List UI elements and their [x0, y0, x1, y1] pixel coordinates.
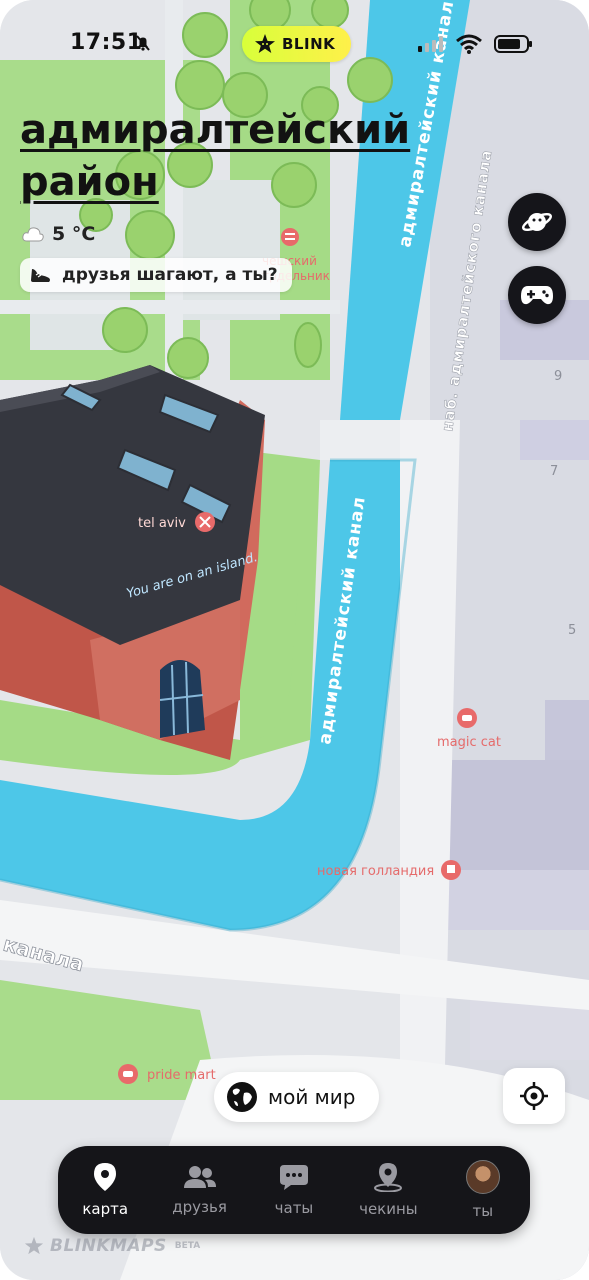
chat-icon — [279, 1165, 308, 1190]
house-number-7: 7 — [550, 464, 558, 479]
nav-item-checkins[interactable]: чекины — [343, 1162, 433, 1218]
friends-prompt-pill[interactable]: друзья шагают, а ты? — [20, 258, 292, 292]
poi-tel-aviv-label: tel aviv — [138, 516, 186, 531]
weather: 5 °C — [22, 223, 95, 245]
signal-icon — [418, 36, 443, 52]
nav-item-friends-label: друзья — [172, 1198, 227, 1216]
house-number-9: 9 — [554, 369, 562, 384]
friends-icon — [183, 1166, 216, 1188]
locate-me-button[interactable] — [503, 1068, 565, 1124]
map-pin-icon — [94, 1163, 117, 1191]
blink-badge[interactable]: BLINK — [242, 26, 352, 62]
games-button[interactable] — [508, 266, 566, 324]
nav-item-friends[interactable]: друзья — [155, 1164, 245, 1216]
nav-item-profile-label: ты — [472, 1202, 494, 1220]
planet-button[interactable] — [508, 193, 566, 251]
blink-badge-label: BLINK — [282, 35, 336, 53]
status-time: 17:51 — [70, 30, 143, 55]
district-title[interactable]: адмиралтейский район — [20, 104, 440, 208]
bottom-nav: карта друзья чаты чекины ты — [58, 1146, 530, 1234]
star-logo-icon — [24, 1236, 44, 1255]
battery-icon — [494, 35, 532, 53]
weather-temp: 5 °C — [52, 223, 96, 245]
house-number-5: 5 — [568, 623, 576, 638]
planet-icon — [521, 212, 553, 232]
cloud-icon — [22, 227, 44, 242]
my-world-button[interactable]: мой мир — [214, 1072, 380, 1122]
nav-item-chats-label: чаты — [274, 1199, 314, 1217]
globe-icon — [227, 1082, 257, 1112]
wifi-icon — [456, 34, 482, 54]
nav-item-chats[interactable]: чаты — [249, 1163, 339, 1217]
poi-pride-mart-label: pride mart — [147, 1068, 216, 1083]
status-bar: 17:51 BLINK — [0, 26, 589, 66]
friends-prompt-text: друзья шагают, а ты? — [62, 265, 278, 285]
crosshair-icon — [520, 1082, 548, 1110]
nav-item-checkins-label: чекины — [359, 1200, 418, 1218]
bell-muted-icon — [136, 35, 150, 51]
watermark-brand: BLINKMAPS — [50, 1236, 167, 1256]
my-world-label: мой мир — [268, 1085, 356, 1109]
app-screen: адмиралтейский канал адмиралтейский кана… — [0, 0, 589, 1280]
gamepad-icon — [521, 286, 553, 305]
nav-item-map-label: карта — [82, 1200, 129, 1218]
star-icon — [255, 34, 275, 53]
nav-item-map[interactable]: карта — [60, 1162, 150, 1218]
watermark-beta: BETA — [174, 1241, 201, 1251]
nav-item-profile[interactable]: ты — [438, 1160, 528, 1220]
sneaker-icon — [31, 269, 50, 282]
poi-magic-cat-label: magic cat — [437, 735, 501, 750]
avatar — [465, 1160, 500, 1194]
blinkmaps-watermark: BLINKMAPS BETA — [24, 1236, 200, 1256]
poi-new-holland-label: новая голландия — [317, 864, 434, 879]
checkin-icon — [374, 1163, 403, 1192]
